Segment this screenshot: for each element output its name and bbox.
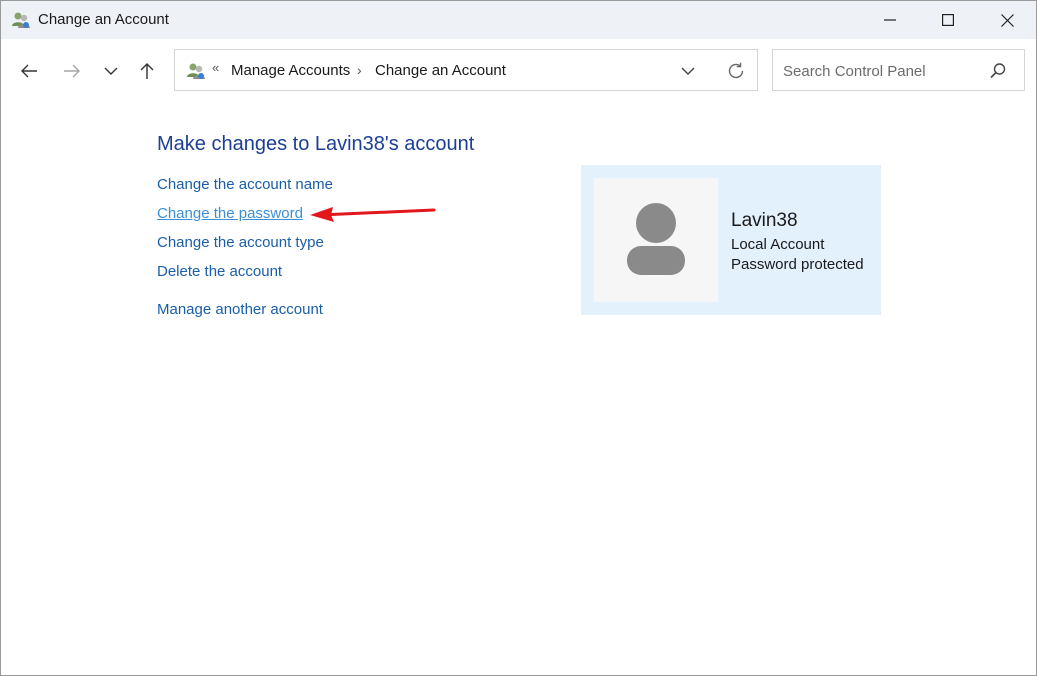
maximize-button[interactable] xyxy=(919,1,977,39)
account-name: Lavin38 xyxy=(731,210,798,231)
change-account-type-link[interactable]: Change the account type xyxy=(157,234,324,251)
breadcrumb-change-account[interactable]: Change an Account xyxy=(375,62,506,79)
recent-locations-button[interactable] xyxy=(97,56,125,86)
search-icon[interactable] xyxy=(989,62,1007,80)
chevron-down-icon xyxy=(681,67,695,75)
refresh-icon xyxy=(728,62,744,79)
account-type: Local Account xyxy=(731,236,825,253)
search-box[interactable] xyxy=(772,49,1025,91)
back-button[interactable] xyxy=(15,56,43,86)
change-account-name-link[interactable]: Change the account name xyxy=(157,176,333,193)
manage-another-account-link[interactable]: Manage another account xyxy=(157,301,323,318)
title-bar: Change an Account xyxy=(1,1,1036,39)
delete-account-link[interactable]: Delete the account xyxy=(157,263,282,280)
change-account-window: Change an Account « Manage Accounts › Ch… xyxy=(0,0,1037,676)
annotation-arrow-icon xyxy=(310,207,436,222)
minimize-button[interactable] xyxy=(861,1,919,39)
arrow-up-icon xyxy=(140,63,154,79)
search-input[interactable] xyxy=(781,59,985,83)
user-avatar-icon xyxy=(627,203,685,275)
arrow-left-icon xyxy=(21,64,37,78)
forward-button[interactable] xyxy=(58,56,86,86)
breadcrumb-manage-accounts[interactable]: Manage Accounts xyxy=(231,62,350,79)
page-heading: Make changes to Lavin38's account xyxy=(157,133,475,155)
chevron-down-icon xyxy=(104,67,118,75)
up-button[interactable] xyxy=(133,56,161,86)
breadcrumb-overflow[interactable]: « xyxy=(212,60,219,75)
address-bar[interactable]: « Manage Accounts › Change an Account xyxy=(174,49,758,91)
navigation-bar: « Manage Accounts › Change an Account xyxy=(1,39,1036,103)
close-button[interactable] xyxy=(978,1,1036,39)
window-title: Change an Account xyxy=(38,11,169,28)
maximize-icon xyxy=(942,14,954,26)
account-password-status: Password protected xyxy=(731,256,864,273)
avatar xyxy=(594,178,718,302)
breadcrumb-separator[interactable]: › xyxy=(357,62,362,78)
close-icon xyxy=(1000,13,1014,27)
change-password-link[interactable]: Change the password xyxy=(157,205,303,222)
users-icon xyxy=(11,10,31,30)
account-card: Lavin38 Local Account Password protected xyxy=(581,165,881,315)
arrow-right-icon xyxy=(64,64,80,78)
users-icon xyxy=(186,61,206,81)
refresh-button[interactable] xyxy=(723,59,749,83)
minimize-icon xyxy=(884,19,896,21)
address-history-button[interactable] xyxy=(675,59,701,83)
